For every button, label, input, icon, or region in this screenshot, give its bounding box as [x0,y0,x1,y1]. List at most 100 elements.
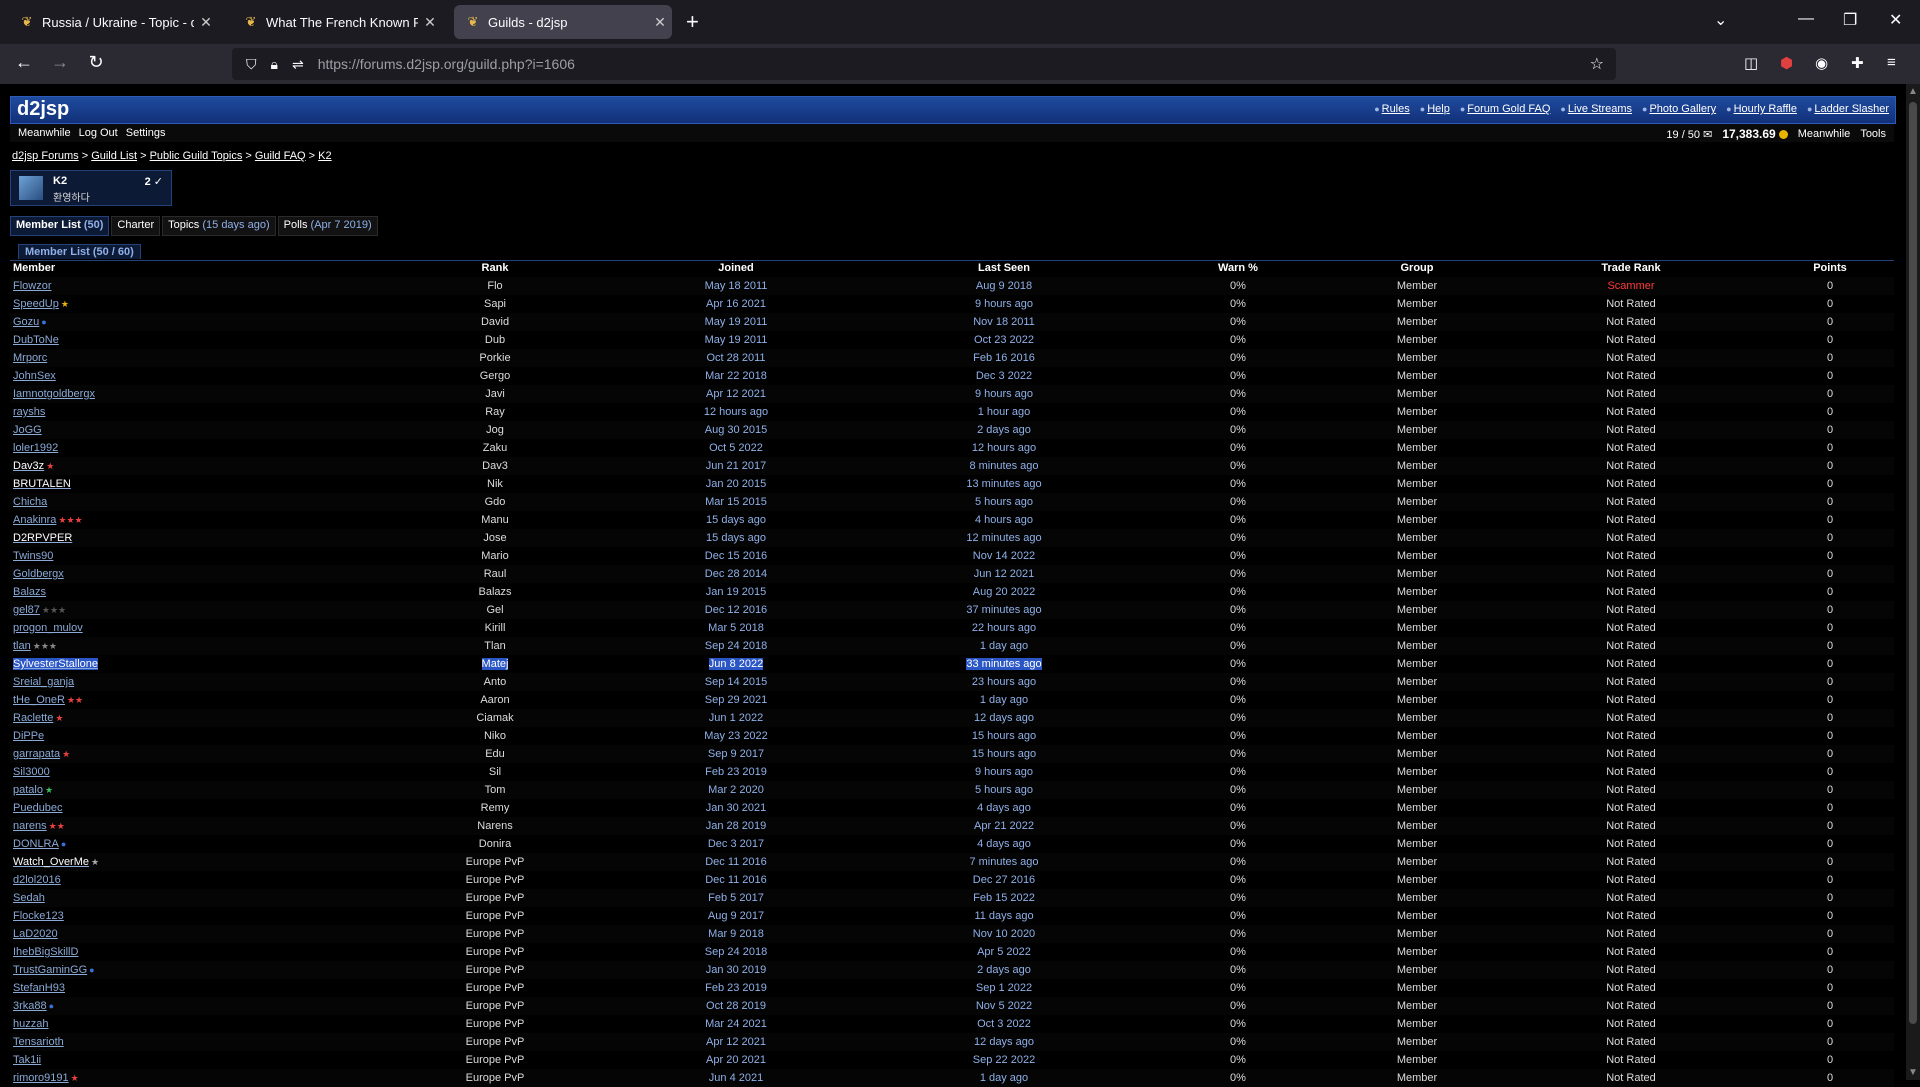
member-name[interactable]: JohnSex [13,370,56,382]
breadcrumb-public-guild-topics[interactable]: Public Guild Topics [150,150,243,162]
member-trade-rank[interactable]: Not Rated [1541,727,1721,745]
member-name[interactable]: huzzah [13,1018,48,1030]
member-trade-rank[interactable]: Not Rated [1541,475,1721,493]
header-link-help[interactable]: Help [1420,103,1450,115]
member-link[interactable]: Iamnotgoldbergx [13,385,95,403]
scroll-down-icon[interactable]: ▼ [1908,1067,1918,1078]
member-name[interactable]: Iamnotgoldbergx [13,388,95,400]
member-link[interactable]: DubToNe [13,331,59,349]
member-link[interactable]: huzzah [13,1015,48,1033]
member-trade-rank[interactable]: Not Rated [1541,1015,1721,1033]
member-trade-rank[interactable]: Not Rated [1541,529,1721,547]
member-link[interactable]: rayshs [13,403,45,421]
member-name[interactable]: 3rka88 [13,1000,47,1012]
header-link-ladder-slasher[interactable]: Ladder Slasher [1807,103,1889,115]
member-trade-rank[interactable]: Not Rated [1541,961,1721,979]
member-name[interactable]: TrustGaminGG [13,964,87,976]
member-name[interactable]: StefanH93 [13,982,65,994]
member-link[interactable]: Gozu ● [13,313,47,331]
reload-icon[interactable]: ↻ [84,52,108,73]
member-trade-rank[interactable]: Not Rated [1541,511,1721,529]
scrollbar-thumb[interactable] [1909,102,1917,1024]
member-name[interactable]: tlan [13,640,31,652]
col-trade-rank[interactable]: Trade Rank [1541,261,1721,275]
member-link[interactable]: Watch_OverMe ★ [13,853,99,871]
member-trade-rank[interactable]: Not Rated [1541,799,1721,817]
member-name[interactable]: LaD2020 [13,928,58,940]
member-link[interactable]: JoGG [13,421,42,439]
col-member[interactable]: Member [13,261,55,275]
subnav-settings[interactable]: Settings [126,127,166,139]
member-name[interactable]: narens [13,820,47,832]
member-name[interactable]: Tensarioth [13,1036,64,1048]
member-trade-rank[interactable]: Not Rated [1541,1051,1721,1069]
member-link[interactable]: gel87 ★★★ [13,601,66,619]
restore-icon[interactable]: ❐ [1843,10,1857,30]
member-name[interactable]: DONLRA [13,838,59,850]
minimize-icon[interactable]: — [1798,10,1814,28]
col-joined[interactable]: Joined [646,261,826,275]
member-link[interactable]: Sedah [13,889,45,907]
member-link[interactable]: SpeedUp ★ [13,295,69,313]
member-name[interactable]: SylvesterStallone [13,658,98,670]
member-name[interactable]: Mrporc [13,352,47,364]
page-scrollbar[interactable]: ▲ ▼ [1906,84,1920,1080]
member-name[interactable]: SpeedUp [13,298,59,310]
header-link-forum-gold-faq[interactable]: Forum Gold FAQ [1460,103,1550,115]
extensions-puzzle-icon[interactable]: ✚ [1851,54,1864,72]
member-link[interactable]: tHe_OneR ★★ [13,691,83,709]
breadcrumb-forums[interactable]: d2jsp Forums [12,150,79,162]
chevron-down-icon[interactable]: ⌄ [1714,10,1727,30]
member-trade-rank[interactable]: Not Rated [1541,565,1721,583]
member-name[interactable]: Tak1ii [13,1054,41,1066]
tab-polls[interactable]: Polls (Apr 7 2019) [277,216,378,236]
member-name[interactable]: rimoro9191 [13,1072,69,1084]
pocket-icon[interactable]: ◫ [1744,54,1758,72]
member-link[interactable]: D2RPVPER [13,529,72,547]
member-trade-rank[interactable]: Not Rated [1541,979,1721,997]
member-link[interactable]: Flowzor [13,277,52,295]
member-name[interactable]: Dav3z [13,460,44,472]
member-link[interactable]: Tensarioth [13,1033,64,1051]
member-name[interactable]: Goldbergx [13,568,64,580]
member-name[interactable]: gel87 [13,604,40,616]
member-trade-rank[interactable]: Not Rated [1541,835,1721,853]
member-trade-rank[interactable]: Not Rated [1541,691,1721,709]
member-link[interactable]: Anakinra ★★★ [13,511,83,529]
tab-charter[interactable]: Charter [111,216,161,236]
member-trade-rank[interactable]: Not Rated [1541,619,1721,637]
member-name[interactable]: Flocke123 [13,910,64,922]
member-link[interactable]: rimoro9191 ★ [13,1069,79,1087]
new-tab-icon[interactable]: + [686,10,699,34]
permissions-icon[interactable]: ⇌ [292,56,304,73]
member-trade-rank[interactable]: Not Rated [1541,853,1721,871]
member-link[interactable]: StefanH93 [13,979,65,997]
site-logo[interactable]: d2jsp [17,98,69,121]
member-link[interactable]: Raclette ★ [13,709,63,727]
member-trade-rank[interactable]: Not Rated [1541,349,1721,367]
header-link-photo-gallery[interactable]: Photo Gallery [1642,103,1716,115]
member-name[interactable]: JoGG [13,424,42,436]
member-trade-rank[interactable]: Not Rated [1541,403,1721,421]
close-window-icon[interactable]: ✕ [1889,10,1902,30]
member-link[interactable]: DiPPe [13,727,44,745]
breadcrumb-guild-list[interactable]: Guild List [91,150,137,162]
member-link[interactable]: Tak1ii [13,1051,41,1069]
subnav-tools[interactable]: Tools [1860,128,1886,140]
member-link[interactable]: Chicha [13,493,47,511]
member-trade-rank[interactable]: Not Rated [1541,781,1721,799]
member-trade-rank[interactable]: Not Rated [1541,421,1721,439]
member-name[interactable]: D2RPVPER [13,532,72,544]
forward-icon[interactable]: → [48,52,72,73]
member-link[interactable]: DONLRA ● [13,835,66,853]
member-trade-rank[interactable]: Not Rated [1541,925,1721,943]
member-link[interactable]: Sreial_ganja [13,673,74,691]
member-name[interactable]: Sil3000 [13,766,50,778]
member-name[interactable]: DiPPe [13,730,44,742]
member-name[interactable]: DubToNe [13,334,59,346]
member-trade-rank[interactable]: Not Rated [1541,763,1721,781]
member-name[interactable]: tHe_OneR [13,694,65,706]
member-trade-rank[interactable]: Not Rated [1541,385,1721,403]
member-trade-rank[interactable]: Not Rated [1541,457,1721,475]
member-link[interactable]: garrapata ★ [13,745,70,763]
